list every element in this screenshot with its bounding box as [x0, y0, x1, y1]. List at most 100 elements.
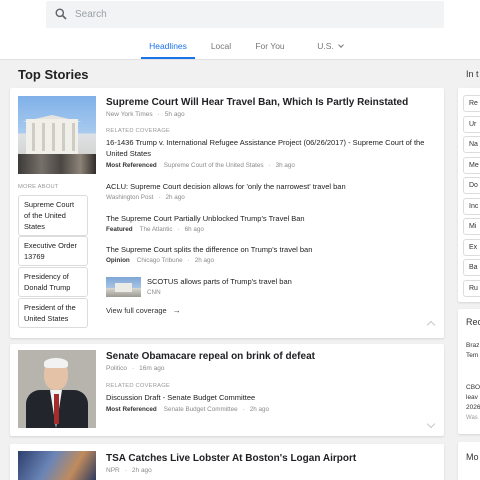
- story-time: 2h ago: [131, 467, 152, 474]
- related-source[interactable]: Washington Post: [106, 194, 153, 201]
- story-card: Senate Obamacare repeal on brink of defe…: [10, 344, 444, 436]
- story-meta: Politico · 16m ago: [106, 365, 164, 372]
- story-card: TSA Catches Live Lobster At Boston's Log…: [10, 444, 444, 480]
- recent-item-title[interactable]: Tem: [466, 351, 478, 361]
- search-icon: [55, 8, 67, 20]
- related-source[interactable]: Senate Budget Committee: [164, 406, 238, 413]
- tab-us[interactable]: U.S.: [312, 32, 348, 59]
- topic-chip[interactable]: Ru: [463, 280, 480, 297]
- topic-chip[interactable]: Ex: [463, 239, 480, 256]
- image-detail: [18, 154, 96, 174]
- related-thumbnail[interactable]: [106, 277, 141, 297]
- image-detail: [32, 123, 35, 151]
- more-panel: Mo: [458, 442, 480, 480]
- separator: ·: [242, 406, 245, 413]
- separator: ·: [268, 162, 271, 169]
- story-headline[interactable]: Senate Obamacare repeal on brink of defe…: [106, 351, 315, 362]
- related-source[interactable]: Chicago Tribune: [137, 257, 183, 264]
- related-source[interactable]: The Atlantic: [140, 226, 173, 233]
- related-coverage-label: RELATED COVERAGE: [106, 383, 170, 389]
- recent-item-title[interactable]: Braz: [466, 341, 479, 351]
- related-article-title[interactable]: SCOTUS allows parts of Trump's travel ba…: [147, 277, 292, 286]
- more-title: Mo: [466, 452, 479, 462]
- separator: ·: [158, 194, 161, 201]
- topic-chip[interactable]: President of the United States: [18, 298, 88, 328]
- topic-chip[interactable]: Executive Order 13769: [18, 236, 88, 266]
- related-article-title[interactable]: 16-1436 Trump v. International Refugee A…: [106, 137, 434, 159]
- related-source[interactable]: CNN: [147, 289, 161, 296]
- tag-badge: Most Referenced: [106, 162, 157, 169]
- arrow-right-icon: →: [172, 306, 181, 315]
- separator: ·: [187, 257, 190, 264]
- tab-local[interactable]: Local: [204, 32, 238, 59]
- topic-chip[interactable]: Ur: [463, 116, 480, 133]
- recent-title: Rec: [466, 317, 480, 327]
- related-time: 2h ago: [165, 194, 185, 201]
- story-headline[interactable]: TSA Catches Live Lobster At Boston's Log…: [106, 453, 356, 464]
- related-source[interactable]: Supreme Court of the United States: [164, 162, 264, 169]
- story-source[interactable]: New York Times: [106, 111, 153, 118]
- view-full-coverage-label: View full coverage: [106, 306, 167, 315]
- story-source[interactable]: Politico: [106, 365, 127, 372]
- related-article-meta: Most Referenced Senate Budget Committee · 2…: [106, 406, 269, 413]
- topic-chip[interactable]: Re: [463, 95, 480, 112]
- topic-chip[interactable]: Me: [463, 157, 480, 174]
- topic-chip[interactable]: Presidency of Donald Trump: [18, 267, 88, 297]
- tab-headlines[interactable]: Headlines: [141, 32, 195, 59]
- separator: ·: [131, 365, 135, 372]
- search-input[interactable]: Search: [75, 9, 107, 20]
- related-article-title[interactable]: The Supreme Court splits the difference …: [106, 244, 434, 255]
- topic-chip[interactable]: Na: [463, 136, 480, 153]
- image-detail: [44, 358, 68, 368]
- topic-chip[interactable]: Inc: [463, 198, 480, 215]
- story-image[interactable]: [18, 451, 96, 480]
- image-detail: [62, 123, 65, 151]
- tab-for-you[interactable]: For You: [250, 32, 290, 59]
- collapse-icon[interactable]: [426, 320, 436, 330]
- tag-badge: Most Referenced: [106, 406, 157, 413]
- story-meta: New York Times · 5h ago: [106, 111, 185, 118]
- related-article-title[interactable]: Discussion Draft - Senate Budget Committ…: [106, 392, 434, 403]
- recent-item-title[interactable]: 2026: [466, 403, 480, 413]
- search-bar[interactable]: Search: [46, 1, 444, 28]
- more-about-label: MORE ABOUT: [18, 184, 59, 190]
- image-detail: [52, 123, 55, 151]
- tab-us-label: U.S.: [317, 41, 334, 51]
- topic-chip[interactable]: Mi: [463, 218, 480, 235]
- section-tabs: Headlines Local For You U.S.: [0, 32, 480, 60]
- image-detail: [72, 123, 75, 151]
- story-headline[interactable]: Supreme Court Will Hear Travel Ban, Whic…: [106, 97, 408, 108]
- view-full-coverage-link[interactable]: View full coverage →: [106, 306, 181, 315]
- related-time: 2h ago: [194, 257, 215, 264]
- related-time: 6h ago: [184, 226, 204, 233]
- story-meta: NPR · 2h ago: [106, 467, 152, 474]
- expand-icon[interactable]: [426, 419, 436, 429]
- recent-item-title[interactable]: leav: [466, 393, 478, 403]
- story-time: 5h ago: [164, 111, 185, 118]
- related-article-meta: Featured The Atlantic · 6h ago: [106, 226, 204, 233]
- story-time: 16m ago: [139, 365, 165, 372]
- related-article-title[interactable]: The Supreme Court Partially Unblocked Tr…: [106, 213, 434, 224]
- story-source[interactable]: NPR: [106, 467, 120, 474]
- separator: ·: [124, 467, 127, 474]
- related-article-meta: Washington Post · 2h ago: [106, 194, 185, 201]
- story-image[interactable]: [18, 96, 96, 174]
- separator: ·: [177, 226, 180, 233]
- topic-chip[interactable]: Supreme Court of the United States: [18, 195, 88, 236]
- related-article-title[interactable]: ACLU: Supreme Court decision allows for …: [106, 181, 434, 192]
- topic-chip[interactable]: Do: [463, 177, 480, 194]
- separator: ·: [157, 111, 160, 118]
- top-bar: Search Headlines Local For You U.S.: [0, 0, 480, 60]
- topics-panel: Re Ur Na Me Do Inc Mi Ex Ba Ru: [458, 88, 480, 302]
- chevron-down-icon: [337, 42, 344, 48]
- right-section-title: In t: [466, 69, 479, 79]
- recent-item-title[interactable]: CBO: [466, 383, 480, 393]
- related-article-meta: Most Referenced Supreme Court of the Unit…: [106, 162, 295, 169]
- story-card: Supreme Court Will Hear Travel Ban, Whic…: [10, 88, 444, 338]
- recent-panel: Rec Braz Tem CBO leav 2026 Was: [458, 309, 480, 434]
- related-time: 2h ago: [249, 406, 269, 413]
- story-image[interactable]: [18, 350, 96, 428]
- related-article-meta: Opinion Chicago Tribune · 2h ago: [106, 257, 214, 264]
- page-title: Top Stories: [18, 67, 89, 82]
- topic-chip[interactable]: Ba: [463, 259, 480, 276]
